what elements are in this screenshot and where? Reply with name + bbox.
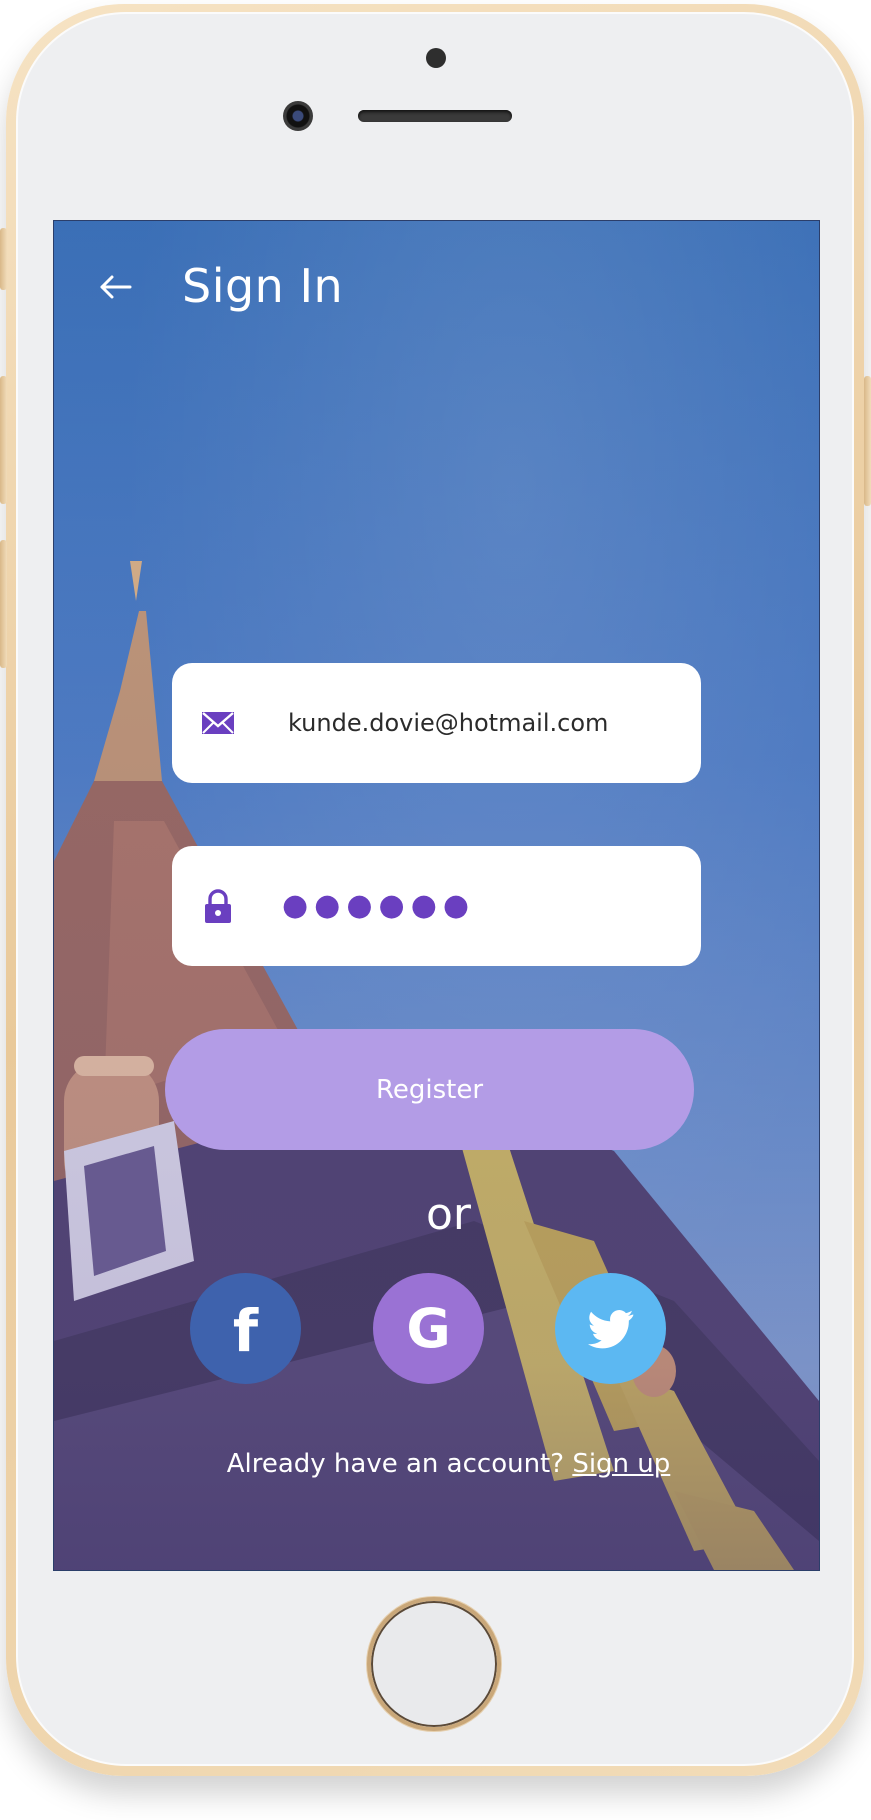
mail-icon — [202, 712, 234, 734]
twitter-login-button[interactable] — [555, 1273, 666, 1384]
power-button — [864, 376, 871, 506]
signup-prompt-text: Already have an account? — [226, 1449, 565, 1479]
password-input[interactable]: ●●●●●● — [282, 891, 475, 921]
email-field[interactable] — [172, 663, 701, 783]
lock-icon — [205, 889, 231, 923]
or-divider: or — [425, 1189, 471, 1240]
facebook-login-button[interactable]: f — [190, 1273, 301, 1384]
back-arrow-icon[interactable] — [98, 269, 134, 305]
silent-switch — [0, 228, 7, 290]
home-button[interactable] — [367, 1597, 501, 1731]
google-icon: G — [406, 1296, 451, 1360]
password-field[interactable]: ●●●●●● — [172, 846, 701, 966]
earpiece-speaker — [358, 110, 512, 122]
signup-prompt: Already have an account? Sign up — [54, 1449, 819, 1479]
email-input[interactable] — [288, 663, 678, 783]
page-title: Sign In — [182, 259, 344, 313]
volume-up-button — [0, 376, 7, 504]
twitter-icon — [587, 1309, 633, 1348]
facebook-icon: f — [232, 1296, 259, 1365]
proximity-sensor — [426, 48, 446, 68]
app-screen: Sign In ●●●●●● Register or f G Already h… — [53, 220, 820, 1571]
register-button[interactable]: Register — [165, 1029, 694, 1150]
signup-link[interactable]: Sign up — [572, 1449, 670, 1479]
front-camera — [283, 101, 313, 131]
google-login-button[interactable]: G — [373, 1273, 484, 1384]
volume-down-button — [0, 540, 7, 668]
